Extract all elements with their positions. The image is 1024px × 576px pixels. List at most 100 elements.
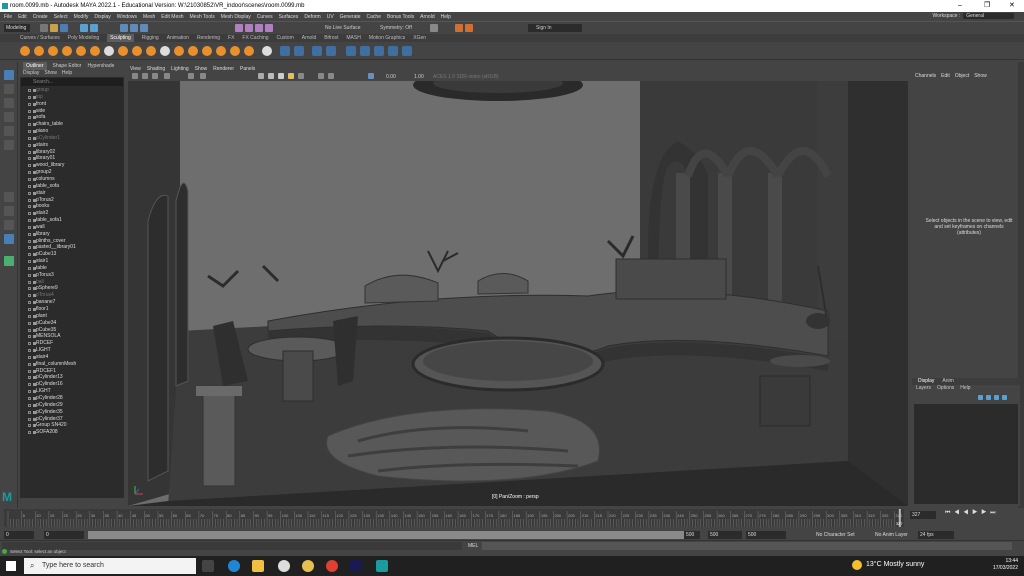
current-frame-field[interactable]: 327: [910, 511, 936, 519]
outliner-item[interactable]: RDCEF: [20, 340, 124, 347]
viewport-menu-view[interactable]: View: [130, 65, 141, 73]
outliner-item[interactable]: front: [20, 101, 124, 108]
outliner-search-input[interactable]: Search...: [21, 78, 123, 86]
film-gate-icon[interactable]: [200, 73, 206, 79]
range-start-field[interactable]: 0: [44, 531, 84, 539]
menu-mesh[interactable]: Mesh: [143, 14, 155, 20]
open-scene-icon[interactable]: [50, 24, 58, 32]
textured-icon[interactable]: [278, 73, 284, 79]
new-layer-icon[interactable]: [978, 395, 983, 400]
file-explorer-icon[interactable]: [252, 560, 264, 572]
outliner-item[interactable]: side: [20, 108, 124, 115]
scrape-tool-icon[interactable]: [174, 46, 184, 56]
time-ruler[interactable]: 5 10 15 20 25 30 35 40 45 50 55 60 65 70 75 80 85 90 95 100…: [4, 509, 904, 527]
viewport-menu-show[interactable]: Show: [195, 65, 208, 73]
redo-icon[interactable]: [90, 24, 98, 32]
blend-shape-icon[interactable]: [326, 46, 336, 56]
outliner-item[interactable]: wood_library: [20, 162, 124, 169]
menu-arnold[interactable]: Arnold: [420, 14, 434, 20]
render-view-icon[interactable]: [455, 24, 463, 32]
wax-tool-icon[interactable]: [160, 46, 170, 56]
outliner-item[interactable]: books: [20, 203, 124, 210]
system-clock[interactable]: 13:44 17/03/2022: [993, 558, 1018, 572]
outliner-item[interactable]: wall: [20, 224, 124, 231]
sculpt-settings-icon[interactable]: [402, 46, 412, 56]
exposure-value[interactable]: 0.00: [386, 74, 396, 80]
edge-icon[interactable]: [228, 560, 240, 572]
outliner-item[interactable]: plant: [20, 313, 124, 320]
app-icon-1[interactable]: [278, 560, 290, 572]
outliner-item[interactable]: table: [20, 265, 124, 272]
menu-cache[interactable]: Cache: [367, 14, 381, 20]
outliner-layout-icon[interactable]: [4, 234, 14, 244]
tab-anim-layers[interactable]: Anim: [942, 378, 953, 385]
foamy-tool-icon[interactable]: [104, 46, 114, 56]
weather-text[interactable]: 13°C Mostly sunny: [866, 561, 924, 568]
fps-dropdown[interactable]: 24 fps: [918, 531, 954, 539]
expand-icon[interactable]: [28, 130, 31, 134]
select-object-icon[interactable]: [130, 24, 138, 32]
shelf-tab-animation[interactable]: Animation: [167, 34, 189, 42]
expand-icon[interactable]: [28, 431, 31, 435]
outliner-menu-display[interactable]: Display: [23, 70, 39, 77]
fill-tool-icon[interactable]: [188, 46, 198, 56]
expand-icon[interactable]: [28, 143, 31, 147]
sculpt-unmask-icon[interactable]: [388, 46, 398, 56]
outliner-item[interactable]: chairs_table: [20, 121, 124, 128]
expand-icon[interactable]: [28, 280, 31, 284]
expand-icon[interactable]: [28, 376, 31, 380]
outliner-menu-show[interactable]: Show: [44, 70, 57, 77]
camera-select-icon[interactable]: [132, 73, 138, 79]
layer-up-icon[interactable]: [994, 395, 999, 400]
outliner-item[interactable]: pTorus4: [20, 292, 124, 299]
snap-grid-icon[interactable]: [235, 24, 243, 32]
flatten-tool-icon[interactable]: [90, 46, 100, 56]
pinch-tool-icon[interactable]: [76, 46, 86, 56]
grab-tool-icon[interactable]: [62, 46, 72, 56]
expand-icon[interactable]: [28, 294, 31, 298]
command-input[interactable]: [482, 542, 1012, 550]
new-layer-selected-icon[interactable]: [986, 395, 991, 400]
select-tool-icon[interactable]: [4, 70, 14, 80]
expand-icon[interactable]: [28, 171, 31, 175]
mel-label[interactable]: MEL: [468, 543, 478, 549]
expand-icon[interactable]: [28, 136, 31, 140]
wireframe-icon[interactable]: [258, 73, 264, 79]
range-end-field[interactable]: 500: [684, 531, 700, 539]
expand-icon[interactable]: [28, 212, 31, 216]
amplify-tool-icon[interactable]: [244, 46, 254, 56]
expand-icon[interactable]: [28, 417, 31, 421]
outliner-item[interactable]: library02: [20, 149, 124, 156]
expand-icon[interactable]: [28, 95, 31, 99]
expand-icon[interactable]: [28, 260, 31, 264]
channels-edit-menu[interactable]: Edit: [941, 73, 950, 79]
expand-icon[interactable]: [28, 219, 31, 223]
outliner-item[interactable]: pCube35: [20, 327, 124, 334]
outliner-item[interactable]: sofa: [20, 114, 124, 121]
outliner-item[interactable]: pCube13: [20, 251, 124, 258]
outliner-item[interactable]: RDCEF1: [20, 368, 124, 375]
shelf-tab-rendering[interactable]: Rendering: [197, 34, 220, 42]
expand-icon[interactable]: [28, 225, 31, 229]
character-set-dropdown[interactable]: No Character Set: [816, 532, 855, 538]
menu-bonus-tools[interactable]: Bonus Tools: [387, 14, 414, 20]
mirror-icon[interactable]: [312, 46, 322, 56]
expand-icon[interactable]: [28, 109, 31, 113]
expand-icon[interactable]: [28, 116, 31, 120]
workspace-dropdown[interactable]: General: [963, 13, 1014, 19]
shelf-tab-bifrost[interactable]: Bifrost: [324, 34, 338, 42]
select-component-icon[interactable]: [140, 24, 148, 32]
menu-generate[interactable]: Generate: [340, 14, 361, 20]
outliner-item[interactable]: LIGHT: [20, 388, 124, 395]
outliner-item[interactable]: final_columnMesh: [20, 361, 124, 368]
menu-curves[interactable]: Curves: [257, 14, 273, 20]
expand-icon[interactable]: [28, 246, 31, 250]
close-button[interactable]: ✕: [1009, 0, 1015, 12]
expand-icon[interactable]: [28, 198, 31, 202]
media-encoder-icon[interactable]: [350, 560, 362, 572]
expand-icon[interactable]: [28, 342, 31, 346]
menu-set-dropdown[interactable]: Modeling: [4, 24, 30, 32]
expand-icon[interactable]: [28, 232, 31, 236]
outliner-item[interactable]: pCylinder37: [20, 416, 124, 423]
shelf-tab-motion-graphics[interactable]: Motion Graphics: [369, 34, 405, 42]
